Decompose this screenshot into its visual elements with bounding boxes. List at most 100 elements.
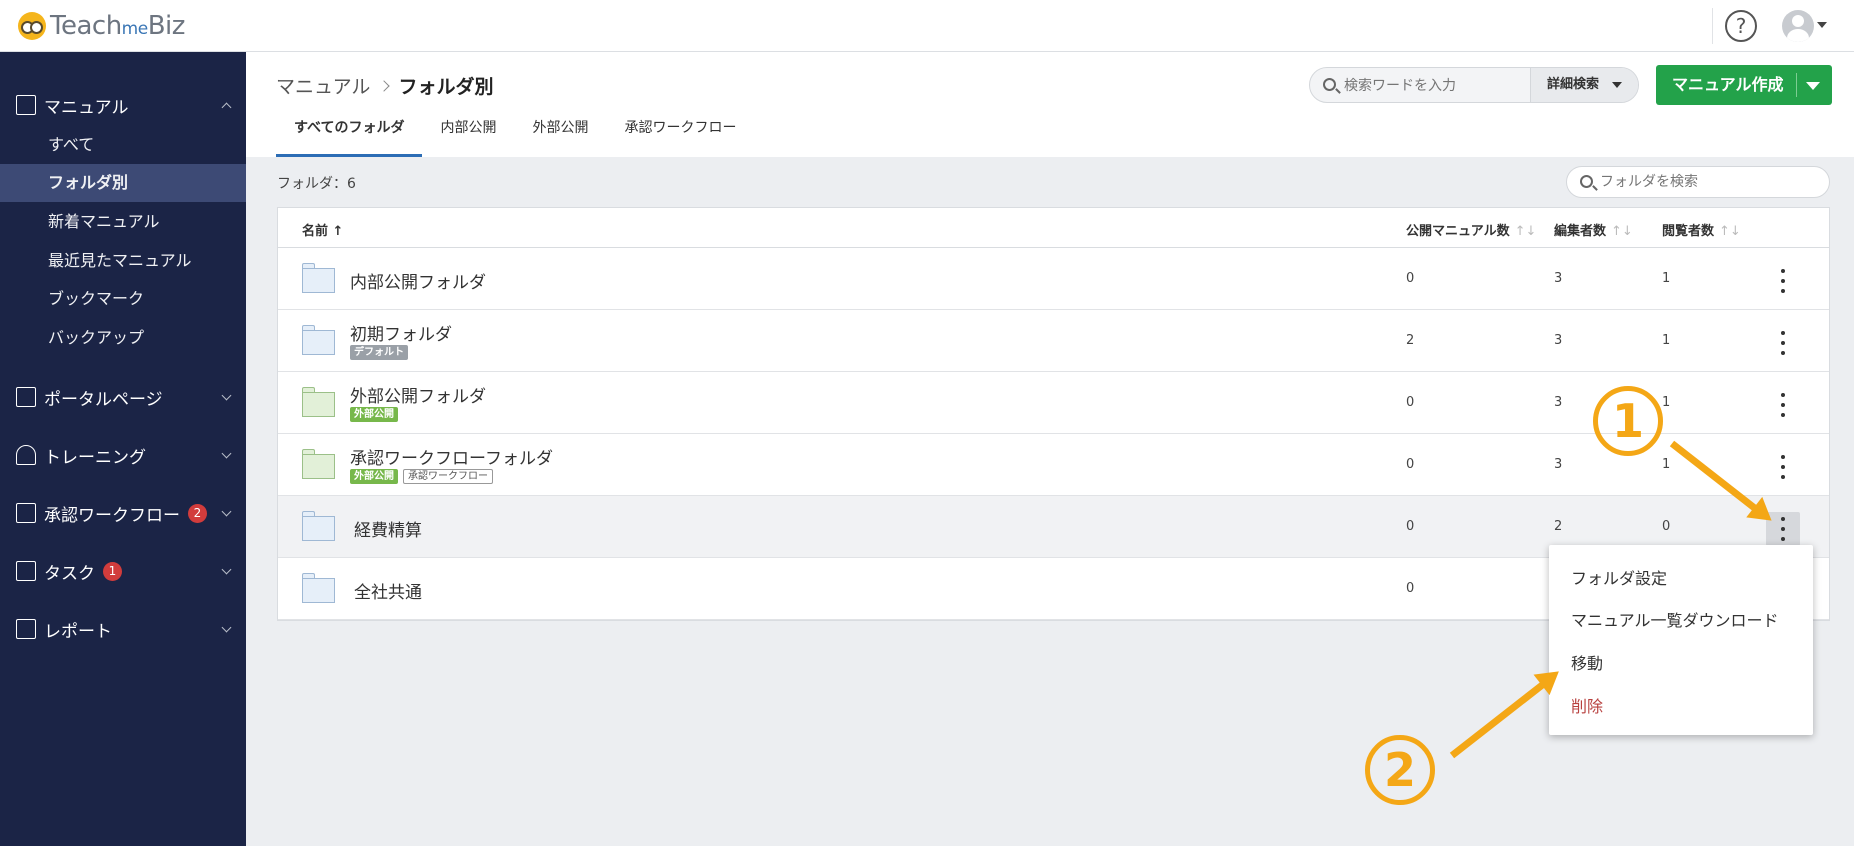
breadcrumb-current: フォルダ別 [398, 76, 494, 98]
sidebar-item-all[interactable]: すべて [0, 126, 246, 164]
folder-tags: 外部公開 [350, 407, 398, 422]
teachme-biz-logo[interactable]: TeachmeBiz [18, 11, 185, 41]
folder-icon [302, 449, 335, 479]
column-label: 公開マニュアル数 [1406, 224, 1510, 239]
folder-icon [302, 325, 335, 355]
column-label: 閲覧者数 [1662, 224, 1715, 239]
tab-external[interactable]: 外部公開 [514, 100, 606, 157]
external-tag: 外部公開 [350, 469, 398, 484]
sidebar-item-by-folder[interactable]: フォルダ別 [0, 164, 246, 202]
step-2-marker: 2 [1365, 735, 1435, 805]
step-2-arrow [1449, 680, 1548, 759]
published-count: 0 [1406, 271, 1415, 286]
advanced-search-button[interactable]: 詳細検索 [1530, 68, 1638, 102]
sort-icon: ↑↓ [1514, 224, 1537, 239]
top-bar: TeachmeBiz ? [0, 0, 1854, 52]
avatar[interactable] [1782, 10, 1814, 42]
published-count: 0 [1406, 581, 1415, 596]
tab-approval-workflow[interactable]: 承認ワークフロー [606, 100, 754, 157]
folder-icon [302, 511, 335, 541]
menu-item-download-list[interactable]: マニュアル一覧ダウンロード [1571, 607, 1779, 631]
viewer-count: 0 [1662, 519, 1671, 534]
divider [1796, 73, 1797, 97]
menu-item-delete[interactable]: 削除 [1571, 693, 1603, 717]
folder-tags: 外部公開 承認ワークフロー [350, 469, 493, 484]
chevron-down-icon [221, 390, 232, 401]
column-label: 名前 [302, 224, 329, 239]
sidebar-group-label: レポート [44, 621, 112, 642]
viewer-count: 1 [1662, 457, 1671, 472]
chevron-down-icon[interactable] [1817, 22, 1827, 28]
folder-search-input[interactable] [1600, 172, 1800, 192]
sidebar: マニュアル すべて フォルダ別 新着マニュアル 最近見たマニュアル ブックマーク… [0, 52, 246, 846]
chevron-down-icon [221, 622, 232, 633]
sidebar-group-portal[interactable]: ポータルページ [0, 379, 246, 415]
editor-count: 3 [1554, 271, 1563, 286]
table-row[interactable]: 内部公開フォルダ 0 3 1 [278, 248, 1829, 310]
search-input[interactable] [1344, 75, 1494, 97]
search-icon [1323, 78, 1336, 91]
sidebar-group-label: 承認ワークフロー [44, 505, 180, 526]
table-row[interactable]: 初期フォルダ デフォルト 2 3 1 [278, 310, 1829, 372]
folder-name[interactable]: 承認ワークフローフォルダ [350, 444, 553, 469]
more-options-icon[interactable] [1766, 450, 1800, 484]
approval-count-badge: 2 [188, 503, 207, 523]
viewer-count: 1 [1662, 395, 1671, 410]
folder-name[interactable]: 経費精算 [354, 516, 422, 541]
chevron-right-icon [378, 79, 391, 92]
more-options-icon[interactable] [1766, 388, 1800, 422]
folder-name[interactable]: 初期フォルダ [350, 320, 452, 345]
editor-count: 3 [1554, 457, 1563, 472]
approval-workflow-tag: 承認ワークフロー [403, 469, 493, 484]
more-options-icon[interactable] [1766, 326, 1800, 360]
tab-internal[interactable]: 内部公開 [422, 100, 514, 157]
sidebar-item-backup[interactable]: バックアップ [0, 319, 246, 357]
logo-text: TeachmeBiz [50, 11, 185, 41]
sort-icon: ↑↓ [1611, 224, 1633, 239]
folder-icon [302, 387, 335, 417]
published-count: 0 [1406, 457, 1415, 472]
viewer-count: 1 [1662, 271, 1671, 286]
sidebar-item-recent[interactable]: 最近見たマニュアル [0, 242, 246, 280]
sidebar-group-label: タスク [44, 563, 95, 584]
published-count: 0 [1406, 395, 1415, 410]
tab-all-folders[interactable]: すべてのフォルダ [276, 100, 423, 157]
sidebar-group-label: マニュアル [44, 97, 129, 118]
sidebar-group-training[interactable]: トレーニング [0, 437, 246, 473]
sidebar-group-report[interactable]: レポート [0, 611, 246, 647]
sidebar-group-manual[interactable]: マニュアル [0, 87, 246, 123]
menu-item-move[interactable]: 移動 [1571, 650, 1603, 674]
sidebar-item-new-manuals[interactable]: 新着マニュアル [0, 203, 246, 241]
sidebar-group-task[interactable]: タスク 1 [0, 553, 246, 589]
folder-tabs: すべてのフォルダ 内部公開 外部公開 承認ワークフロー [276, 100, 754, 157]
help-icon[interactable]: ? [1725, 10, 1757, 42]
chevron-down-icon[interactable] [1806, 82, 1820, 90]
column-editors[interactable]: 編集者数 ↑↓ [1554, 220, 1633, 239]
editor-count: 2 [1554, 519, 1563, 534]
chevron-down-icon [221, 448, 232, 459]
published-count: 2 [1406, 333, 1415, 348]
table-header: 名前 ↑ 公開マニュアル数 ↑↓ 編集者数 ↑↓ 閲覧者数 ↑↓ [278, 208, 1829, 248]
clipboard-icon [16, 503, 36, 523]
column-published[interactable]: 公開マニュアル数 ↑↓ [1406, 220, 1536, 239]
building-icon [16, 387, 36, 407]
external-tag: 外部公開 [350, 407, 398, 422]
chevron-down-icon [221, 506, 232, 517]
column-name[interactable]: 名前 ↑ [302, 220, 343, 239]
chevron-up-icon [221, 102, 232, 113]
column-viewers[interactable]: 閲覧者数 ↑↓ [1662, 220, 1741, 239]
chart-line-icon [16, 619, 36, 639]
sidebar-group-approval[interactable]: 承認ワークフロー 2 [0, 495, 246, 531]
folder-name[interactable]: 全社共通 [354, 578, 422, 603]
folder-icon [302, 263, 335, 293]
sidebar-item-bookmark[interactable]: ブックマーク [0, 280, 246, 318]
breadcrumb-root[interactable]: マニュアル [276, 72, 370, 99]
viewer-count: 1 [1662, 333, 1671, 348]
table-row[interactable]: 承認ワークフローフォルダ 外部公開 承認ワークフロー 0 3 1 [278, 434, 1829, 496]
menu-item-folder-settings[interactable]: フォルダ設定 [1571, 565, 1667, 589]
folder-name[interactable]: 内部公開フォルダ [350, 268, 486, 293]
create-manual-button[interactable]: マニュアル作成 [1656, 65, 1832, 105]
create-manual-label: マニュアル作成 [1672, 75, 1784, 94]
folder-name[interactable]: 外部公開フォルダ [350, 382, 486, 407]
more-options-icon[interactable] [1766, 264, 1800, 298]
